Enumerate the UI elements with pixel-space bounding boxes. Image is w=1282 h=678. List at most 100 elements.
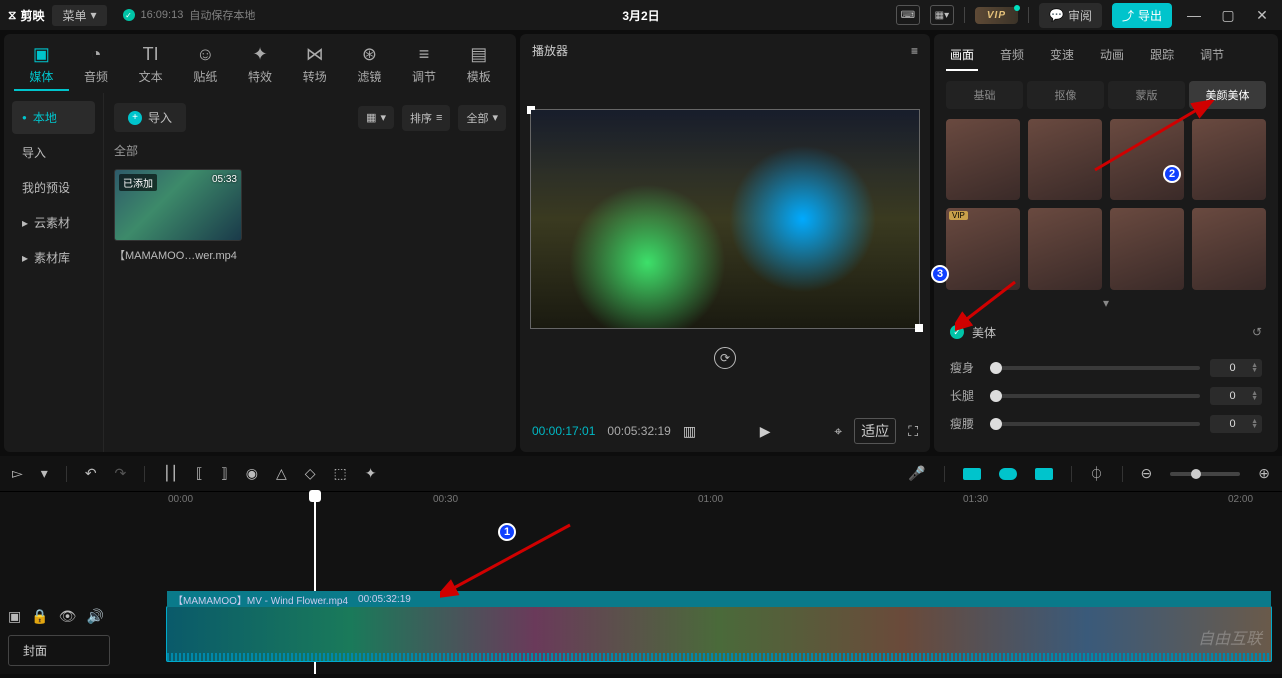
slider-track[interactable]	[990, 366, 1200, 370]
hamburger-icon[interactable]: ≡	[911, 44, 918, 58]
undo-button[interactable]: ↶	[85, 465, 97, 482]
source-library[interactable]: ▸素材库	[12, 241, 95, 274]
expand-grid[interactable]: ▾	[934, 290, 1278, 316]
selection-tool[interactable]: ▻	[12, 465, 23, 482]
preview-canvas[interactable]	[530, 109, 920, 329]
slider-knob[interactable]	[990, 418, 1002, 430]
keyboard-icon[interactable]: ⌨	[896, 5, 920, 25]
redo-button[interactable]: ↷	[115, 465, 127, 482]
tab-speed[interactable]: 变速	[1046, 40, 1078, 71]
sort-icon: ≡	[436, 112, 442, 124]
source-local[interactable]: ●本地	[12, 101, 95, 134]
focus-icon[interactable]: ⌖	[834, 423, 842, 440]
preset-thumb[interactable]	[1192, 208, 1266, 289]
zoom-out-icon[interactable]: ⊖	[1141, 465, 1153, 482]
split-icon[interactable]: ⎮⎮	[163, 465, 178, 482]
tab-video[interactable]: 画面	[946, 40, 978, 71]
fullscreen-icon[interactable]: ⛶	[908, 423, 918, 440]
magnet-icon[interactable]: ⏀	[1090, 464, 1104, 484]
tab-adjust-prop[interactable]: 调节	[1196, 40, 1228, 71]
clip-name: 【MAMAMOO】MV - Wind Flower.mp4	[173, 592, 348, 607]
track-toggle-2[interactable]	[999, 468, 1017, 480]
lock-icon[interactable]: 🔒	[31, 608, 48, 625]
track-toggle-1[interactable]	[963, 468, 981, 480]
source-import[interactable]: 导入	[12, 136, 95, 169]
slider-knob[interactable]	[990, 362, 1002, 374]
time-ruler[interactable]: 00:00 00:30 01:00 01:30 02:00	[118, 492, 1282, 510]
check-icon[interactable]: ✓	[950, 325, 964, 339]
reset-icon[interactable]: ↺	[1252, 325, 1262, 339]
cover-button[interactable]: 封面	[8, 635, 110, 666]
video-clip[interactable]: 【MAMAMOO】MV - Wind Flower.mp4 00:05:32:1…	[166, 606, 1272, 662]
slider-track[interactable]	[990, 422, 1200, 426]
tab-filters[interactable]: ⊛滤镜	[342, 40, 397, 91]
slider-track[interactable]	[990, 394, 1200, 398]
layers-icon[interactable]: ▣	[8, 608, 21, 625]
chevron-right-icon: ▸	[22, 216, 28, 230]
timeline-tracks[interactable]: 00:00 00:30 01:00 01:30 02:00 【MAMAMOO】M…	[118, 492, 1282, 674]
subtab-mask[interactable]: 蒙版	[1108, 81, 1185, 109]
refresh-icon[interactable]: ⟳	[714, 347, 736, 369]
review-button[interactable]: 💬 审阅	[1039, 3, 1102, 28]
trim-right-icon[interactable]: ⟧	[221, 465, 228, 482]
circle-icon[interactable]: ◉	[246, 465, 258, 482]
preset-thumb[interactable]	[1110, 119, 1184, 200]
value-input[interactable]: 0▲▼	[1210, 359, 1262, 377]
zoom-knob[interactable]	[1191, 469, 1201, 479]
maximize-button[interactable]: ▢	[1216, 3, 1240, 27]
track-toggle-3[interactable]	[1035, 468, 1053, 480]
app-logo: ⧖ 剪映	[8, 7, 44, 24]
preset-thumb[interactable]	[1192, 119, 1266, 200]
preset-thumb[interactable]	[946, 208, 1020, 289]
tab-audio-prop[interactable]: 音频	[996, 40, 1028, 71]
trim-left-icon[interactable]: ⟦	[196, 465, 203, 482]
minimize-button[interactable]: —	[1182, 3, 1206, 27]
tab-tracking[interactable]: 跟踪	[1146, 40, 1178, 71]
preset-thumb[interactable]	[1110, 208, 1184, 289]
tab-effects[interactable]: ✦特效	[233, 40, 288, 91]
value-input[interactable]: 0▲▼	[1210, 387, 1262, 405]
tab-audio[interactable]: ◔音频	[69, 40, 124, 91]
view-mode-dropdown[interactable]: ▦▾	[358, 106, 394, 129]
menu-dropdown[interactable]: 菜单 ▾	[52, 5, 106, 26]
preset-thumb[interactable]	[1028, 208, 1102, 289]
rotate-icon[interactable]: ◇	[305, 465, 316, 482]
list-icon[interactable]: ▥	[683, 423, 696, 440]
tab-adjust[interactable]: ≡调节	[397, 40, 452, 91]
project-title[interactable]: 3月2日	[622, 7, 659, 24]
tab-text[interactable]: TI文本	[123, 40, 178, 91]
tab-transitions[interactable]: ⋈转场	[287, 40, 342, 91]
tab-media[interactable]: ▣媒体	[14, 40, 69, 91]
tab-templates[interactable]: ▤模板	[451, 40, 506, 91]
preset-thumb[interactable]	[946, 119, 1020, 200]
source-cloud[interactable]: ▸云素材	[12, 206, 95, 239]
tab-stickers[interactable]: ☺贴纸	[178, 40, 233, 91]
speaker-icon[interactable]: 🔊	[86, 608, 103, 625]
eye-icon[interactable]: 👁	[59, 608, 77, 625]
preset-thumb[interactable]	[1028, 119, 1102, 200]
slider-knob[interactable]	[990, 390, 1002, 402]
crop-icon[interactable]: ⬚	[334, 465, 347, 482]
mirror-icon[interactable]: △	[276, 465, 287, 482]
tab-animation[interactable]: 动画	[1096, 40, 1128, 71]
sort-dropdown[interactable]: 排序≡	[402, 105, 450, 131]
vip-button[interactable]: VIP	[975, 7, 1018, 24]
fit-button[interactable]: 适应	[854, 418, 896, 444]
layout-icon[interactable]: ▦▾	[930, 5, 954, 25]
media-thumbnail[interactable]: 已添加 05:33 【MAMAMOO…wer.mp4	[114, 169, 242, 263]
filter-dropdown[interactable]: 全部▾	[458, 105, 506, 131]
subtab-beauty[interactable]: 美颜美体	[1189, 81, 1266, 109]
subtab-matting[interactable]: 抠像	[1027, 81, 1104, 109]
mic-icon[interactable]: 🎤	[908, 465, 925, 482]
zoom-in-icon[interactable]: ⊕	[1258, 465, 1270, 482]
close-button[interactable]: ✕	[1250, 3, 1274, 27]
export-button[interactable]: ⤴ 导出	[1112, 3, 1172, 28]
import-button[interactable]: + 导入	[114, 103, 186, 132]
value-input[interactable]: 0▲▼	[1210, 415, 1262, 433]
source-presets[interactable]: 我的预设	[12, 171, 95, 204]
chevron-down-icon[interactable]: ▾	[41, 465, 48, 482]
zoom-slider[interactable]	[1170, 472, 1240, 476]
play-button[interactable]: ▶	[760, 423, 771, 440]
subtab-basic[interactable]: 基础	[946, 81, 1023, 109]
ai-icon[interactable]: ✦	[365, 465, 377, 482]
